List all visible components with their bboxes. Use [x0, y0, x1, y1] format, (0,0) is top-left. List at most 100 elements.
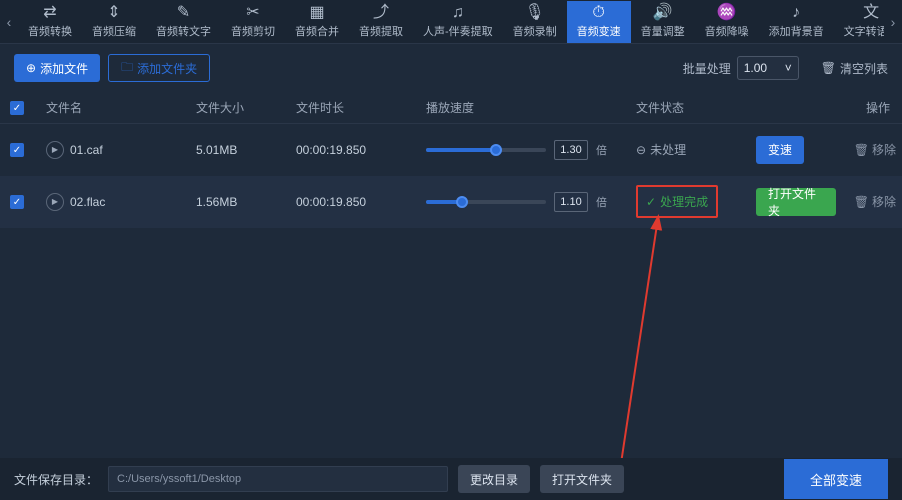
tab-label: 添加背景音 — [769, 23, 824, 39]
row-checkbox[interactable]: ✓ — [10, 195, 24, 209]
tab-7[interactable]: 🎙 音频录制 — [503, 1, 567, 43]
table-header: ✓ 文件名 文件大小 文件时长 播放速度 文件状态 操作 — [0, 92, 902, 124]
chevron-down-icon: ˅ — [785, 61, 792, 75]
remove-button[interactable]: 🗑移除 — [854, 193, 896, 210]
tab-11[interactable]: ♪ 添加背景音 — [759, 1, 834, 43]
tab-icon: ✂ — [246, 5, 259, 21]
open-dir-button[interactable]: 打开文件夹 — [540, 465, 624, 493]
tab-label: 音频变速 — [577, 23, 621, 39]
tab-icon: ♫ — [452, 5, 464, 21]
tab-icon: ✎ — [177, 5, 190, 21]
tab-0[interactable]: ⇄ 音频转换 — [18, 1, 82, 43]
tab-icon: 🎙 — [525, 5, 545, 21]
speed-value[interactable]: 1.10 — [554, 192, 588, 212]
tabs-scroll-right[interactable]: › — [884, 0, 902, 44]
play-icon[interactable]: ▶ — [46, 193, 64, 211]
tab-5[interactable]: ⤴音频提取 — [349, 1, 413, 43]
change-dir-label: 更改目录 — [470, 471, 518, 488]
row-action-button[interactable]: 打开文件夹 — [756, 188, 836, 216]
row-checkbox[interactable]: ✓ — [10, 143, 24, 157]
open-dir-label: 打开文件夹 — [552, 471, 612, 488]
clear-list-label: 清空列表 — [840, 60, 888, 77]
tab-icon: 🔊 — [653, 5, 673, 21]
batch-label: 批量处理 — [683, 60, 731, 77]
row-action-label: 变速 — [768, 141, 792, 158]
status-badge: ✓ 处理完成 — [636, 185, 718, 218]
tab-12[interactable]: 文文字转语音 — [834, 1, 884, 43]
col-name: 文件名 — [46, 99, 196, 116]
tab-9[interactable]: 🔊 音量调整 — [631, 1, 695, 43]
tab-icon: ⏱ — [592, 5, 604, 21]
table-row: ✓ ▶ 02.flac 1.56MB00:00:19.850 1.10 倍 ✓ 处理完成 打开文… — [0, 176, 902, 228]
tab-4[interactable]: ▦ 音频合并 — [285, 1, 349, 43]
file-size: 5.01MB — [196, 143, 296, 157]
tab-icon: ♪ — [792, 5, 800, 21]
folder-icon: 🗀 — [121, 58, 133, 79]
speed-unit: 倍 — [596, 194, 607, 210]
tab-1[interactable]: ⇕ 音频压缩 — [82, 1, 146, 43]
tab-icon: 文 — [863, 5, 879, 21]
speed-slider[interactable] — [426, 148, 546, 152]
tab-label: 音频录制 — [513, 23, 557, 39]
tab-label: 音频合并 — [295, 23, 339, 39]
row-action-button[interactable]: 变速 — [756, 136, 804, 164]
annotation-arrow — [560, 200, 700, 480]
save-dir-path[interactable]: C:/Users/yssoft1/Desktop — [108, 466, 448, 492]
select-all-checkbox[interactable]: ✓ — [10, 101, 24, 115]
tab-icon: ▦ — [309, 5, 324, 21]
file-duration: 00:00:19.850 — [296, 195, 426, 209]
table-row: ✓▶01.caf5.01MB00:00:19.8501.30倍⊖未处理变速🗑移除 — [0, 124, 902, 176]
file-size: 1.56MB — [196, 195, 296, 209]
tab-icon: ⇄ — [43, 5, 56, 21]
speed-slider[interactable] — [426, 200, 546, 204]
batch-speed-value: 1.00 — [744, 61, 767, 75]
change-dir-button[interactable]: 更改目录 — [458, 465, 530, 493]
tab-icon: ⇕ — [107, 5, 120, 21]
tab-label: 音频压缩 — [92, 23, 136, 39]
tab-10[interactable]: ♒音频降噪 — [695, 1, 759, 43]
clear-list-button[interactable]: 🗑 清空列表 — [821, 60, 888, 77]
col-duration: 文件时长 — [296, 99, 426, 116]
file-name: 02.flac — [70, 195, 105, 209]
trash-icon: 🗑 — [821, 61, 836, 75]
trash-icon: 🗑 — [854, 143, 869, 157]
batch-speed-select[interactable]: 1.00 ˅ — [737, 56, 799, 80]
tab-label: 音频剪切 — [231, 23, 275, 39]
tabs-scroll-left[interactable]: ‹ — [0, 0, 18, 44]
footer-bar: 文件保存目录： C:/Users/yssoft1/Desktop 更改目录 打开… — [0, 458, 902, 500]
status-text: 未处理 — [650, 141, 686, 158]
row-action-label: 打开文件夹 — [768, 185, 824, 219]
tab-3[interactable]: ✂ 音频剪切 — [221, 1, 285, 43]
action-bar: ⊕ 添加文件 🗀 添加文件夹 批量处理 1.00 ˅ 🗑 清空列表 — [0, 44, 902, 92]
file-duration: 00:00:19.850 — [296, 143, 426, 157]
add-folder-button[interactable]: 🗀 添加文件夹 — [108, 54, 210, 82]
tab-2[interactable]: ✎ 音频转文字 — [146, 1, 221, 43]
save-dir-path-text: C:/Users/yssoft1/Desktop — [117, 473, 241, 485]
add-folder-label: 添加文件夹 — [137, 60, 197, 77]
add-file-button[interactable]: ⊕ 添加文件 — [14, 54, 100, 82]
remove-button[interactable]: 🗑移除 — [854, 141, 896, 158]
tab-8[interactable]: ⏱ 音频变速 — [567, 1, 631, 43]
run-all-button[interactable]: 全部变速 — [784, 459, 888, 499]
tab-label: 音量调整 — [641, 23, 685, 39]
col-op: 操作 — [836, 99, 896, 116]
run-all-label: 全部变速 — [810, 470, 862, 489]
col-speed: 播放速度 — [426, 99, 636, 116]
tab-label: 音频转文字 — [156, 23, 211, 39]
col-size: 文件大小 — [196, 99, 296, 116]
tab-6[interactable]: ♫人声-伴奏提取 — [413, 1, 503, 43]
status-icon: ⊖ — [636, 143, 646, 157]
tab-icon: ⤴ — [373, 5, 389, 21]
tab-label: 音频转换 — [28, 23, 72, 39]
plus-icon: ⊕ — [26, 61, 36, 75]
col-status: 文件状态 — [636, 99, 756, 116]
status-icon: ✓ — [646, 195, 656, 209]
add-file-label: 添加文件 — [40, 60, 88, 77]
speed-value[interactable]: 1.30 — [554, 140, 588, 160]
status-text: 处理完成 — [660, 193, 708, 210]
play-icon[interactable]: ▶ — [46, 141, 64, 159]
speed-unit: 倍 — [596, 142, 607, 158]
remove-label: 移除 — [872, 141, 896, 158]
tab-icon: ♒ — [717, 5, 737, 21]
remove-label: 移除 — [872, 193, 896, 210]
